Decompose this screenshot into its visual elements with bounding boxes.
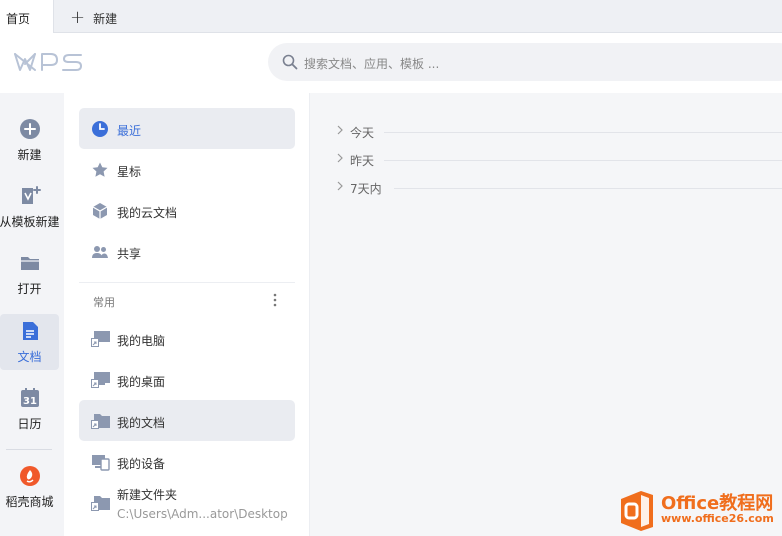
- nav-item-label: 共享: [117, 247, 142, 261]
- folder-shortcut-icon: [91, 412, 111, 433]
- watermark: Office教程网 www.office26.com: [617, 489, 782, 533]
- nav-item-label: 最近: [117, 124, 142, 138]
- nav-item-my-desktop[interactable]: 我的桌面: [79, 359, 295, 400]
- group-label: 昨天: [350, 154, 375, 168]
- nav-item-label: 我的电脑: [117, 334, 166, 348]
- nav-item-my-computer[interactable]: 我的电脑: [79, 318, 295, 359]
- docer-icon: [19, 465, 41, 490]
- nav-item-label: 我的文档: [117, 416, 166, 430]
- nav-item-label: 新建文件夹: [117, 488, 178, 502]
- folder-shortcut-icon: [91, 494, 111, 515]
- header: 搜索文档、应用、模板 ...: [0, 33, 782, 93]
- search-icon: [282, 54, 298, 73]
- nav-item-my-documents[interactable]: 我的文档: [79, 400, 295, 441]
- computer-shortcut-icon: [91, 330, 111, 351]
- rail-item-new[interactable]: 新建: [0, 112, 59, 168]
- search-box[interactable]: 搜索文档、应用、模板 ...: [268, 43, 782, 81]
- template-icon: [19, 185, 41, 210]
- new-tab-button[interactable]: + 新建: [70, 8, 117, 28]
- clock-icon: [91, 120, 109, 141]
- svg-text:31: 31: [23, 396, 37, 407]
- rail-label: 新建: [17, 148, 42, 162]
- rail-label: 日历: [17, 417, 42, 431]
- nav-item-label: 我的云文档: [117, 206, 178, 220]
- rail-label: 打开: [17, 282, 42, 296]
- tab-home-label: 首页: [6, 12, 31, 26]
- nav-item-my-devices[interactable]: 我的设备: [79, 441, 295, 482]
- nav-item-label: 星标: [117, 165, 142, 179]
- plus-icon: +: [70, 7, 86, 28]
- calendar-icon: 31: [19, 387, 41, 412]
- rail-label: 稻壳商城: [5, 495, 54, 509]
- nav-item-recent[interactable]: 最近: [79, 108, 295, 149]
- watermark-url: www.office26.com: [661, 512, 774, 525]
- nav-item-starred[interactable]: 星标: [79, 149, 295, 190]
- main-content: 今天 昨天 7天内: [310, 93, 782, 536]
- wps-logo: [13, 51, 85, 76]
- new-tab-label: 新建: [93, 11, 118, 26]
- rail-item-open[interactable]: 打开: [0, 246, 59, 302]
- more-options-icon[interactable]: [269, 292, 281, 308]
- desktop-shortcut-icon: [91, 371, 111, 392]
- chevron-right-icon: [336, 124, 344, 139]
- rail-item-documents[interactable]: 文档: [0, 314, 59, 370]
- chevron-right-icon: [336, 152, 344, 167]
- office-logo-icon: [621, 491, 653, 531]
- search-placeholder: 搜索文档、应用、模板 ...: [304, 57, 440, 71]
- group-divider: [394, 188, 782, 189]
- tab-bar: 首页 + 新建: [0, 0, 782, 34]
- group-divider: [384, 132, 782, 133]
- nav-item-label: 我的桌面: [117, 375, 166, 389]
- rail-item-template[interactable]: 从模板新建: [0, 179, 60, 235]
- group-today[interactable]: 今天: [336, 121, 782, 141]
- rail-label: 文档: [17, 350, 42, 364]
- chevron-right-icon: [336, 180, 344, 195]
- nav-item-shared[interactable]: 共享: [79, 231, 295, 272]
- group-divider: [384, 160, 782, 161]
- group-7-days[interactable]: 7天内: [336, 177, 782, 197]
- nav-item-path: C:\Users\Adm...ator\Desktop: [117, 507, 288, 521]
- plus-circle-icon: [19, 118, 41, 143]
- rail-label: 从模板新建: [0, 215, 60, 229]
- rail-item-docer[interactable]: 稻壳商城: [0, 459, 59, 515]
- rail-divider: [6, 449, 52, 450]
- tab-home[interactable]: 首页: [0, 0, 54, 34]
- devices-icon: [91, 453, 111, 474]
- folder-icon: [19, 252, 41, 277]
- cloud-doc-icon: [91, 202, 109, 223]
- nav-divider: [79, 282, 295, 283]
- group-label: 今天: [350, 126, 375, 140]
- section-title-common: 常用: [93, 296, 115, 309]
- nav-item-new-folder[interactable]: 新建文件夹 C:\Users\Adm...ator\Desktop: [79, 482, 295, 523]
- star-icon: [91, 161, 109, 182]
- rail-item-calendar[interactable]: 31 日历: [0, 381, 59, 437]
- group-label: 7天内: [350, 182, 382, 196]
- share-users-icon: [91, 243, 109, 264]
- group-yesterday[interactable]: 昨天: [336, 149, 782, 169]
- nav-item-cloud-docs[interactable]: 我的云文档: [79, 190, 295, 231]
- nav-item-label: 我的设备: [117, 457, 166, 471]
- left-rail: 新建 从模板新建 打开 文档 31 日历 稻壳商城: [0, 93, 64, 536]
- nav-panel: 最近 星标 我的云文档 共享 常用 我的电脑 我的桌面 我的文档 我的设备 新建…: [64, 93, 310, 536]
- document-icon: [19, 320, 41, 345]
